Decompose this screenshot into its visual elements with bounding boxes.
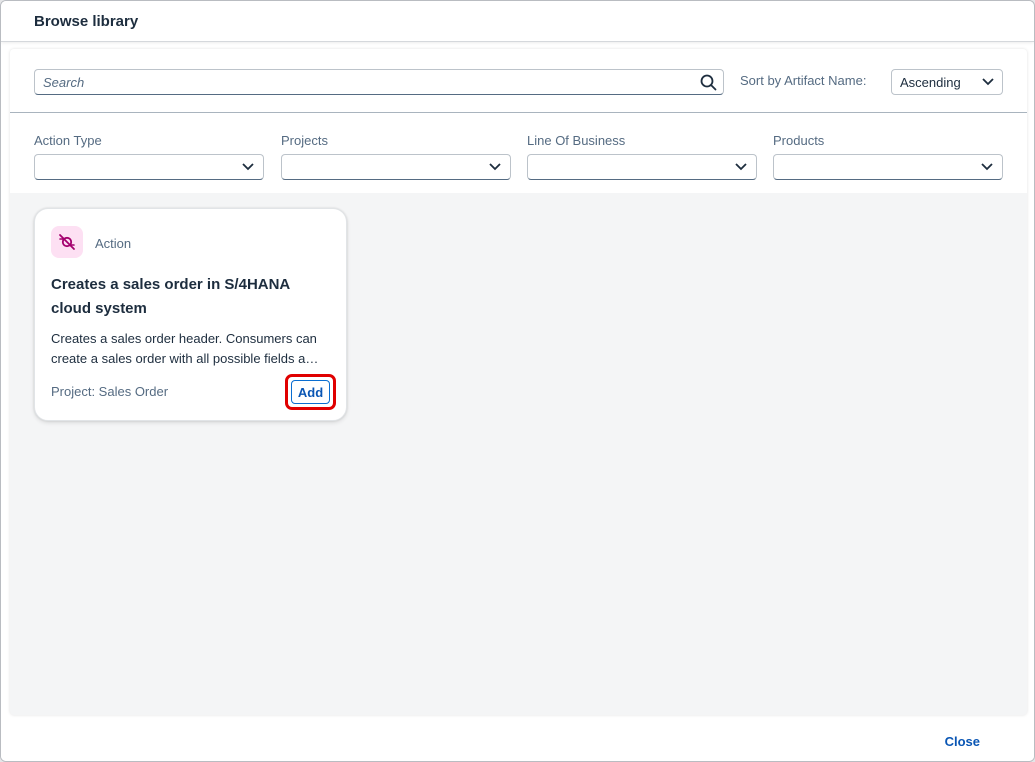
filter-products: Products: [773, 133, 1003, 180]
filter-line-of-business: Line Of Business: [527, 133, 757, 180]
sort-order-value: Ascending: [900, 74, 961, 90]
sort-order-select[interactable]: Ascending: [891, 69, 1003, 95]
filter-projects: Projects: [281, 133, 511, 180]
chevron-down-icon: [981, 163, 993, 171]
card-title: Creates a sales order in S/4HANA cloud s…: [51, 276, 290, 317]
sort-label: Sort by Artifact Name:: [740, 73, 867, 88]
card-description: Creates a sales order header. Consumers …: [51, 331, 320, 366]
dialog-footer: Close: [1, 721, 1034, 761]
filter-label: Projects: [281, 133, 328, 148]
library-results: Action Creates a sales order in S/4HANA …: [10, 193, 1027, 715]
chevron-down-icon: [735, 163, 747, 171]
browse-library-dialog: Browse library Sort by Artifact Name: As…: [0, 0, 1035, 762]
close-button[interactable]: Close: [945, 734, 980, 749]
add-button[interactable]: Add: [291, 380, 330, 404]
chevron-down-icon: [982, 78, 994, 86]
filter-action-type: Action Type: [34, 133, 264, 180]
chevron-down-icon: [242, 163, 254, 171]
dialog-title: Browse library: [34, 12, 139, 30]
line-of-business-select[interactable]: [527, 154, 757, 180]
filter-label: Line Of Business: [527, 133, 626, 148]
dialog-content: Sort by Artifact Name: Ascending Action …: [10, 49, 1027, 715]
dialog-header: Browse library: [1, 1, 1034, 42]
projects-select[interactable]: [281, 154, 511, 180]
products-select[interactable]: [773, 154, 1003, 180]
chevron-down-icon: [489, 163, 501, 171]
filter-label: Products: [773, 133, 825, 148]
action-icon: [51, 226, 83, 258]
filter-label: Action Type: [34, 133, 102, 148]
search-field[interactable]: [34, 69, 724, 95]
search-icon[interactable]: [700, 74, 717, 91]
search-input[interactable]: [43, 74, 683, 90]
library-card[interactable]: Action Creates a sales order in S/4HANA …: [34, 208, 347, 421]
card-type: Action: [95, 236, 132, 251]
add-button-highlight: Add: [285, 374, 336, 410]
toolbar: Sort by Artifact Name: Ascending: [10, 49, 1027, 113]
filter-bar: Action Type Projects Line Of Business Pr…: [10, 113, 1027, 193]
card-project: Project: Sales Order: [51, 384, 169, 399]
action-type-select[interactable]: [34, 154, 264, 180]
